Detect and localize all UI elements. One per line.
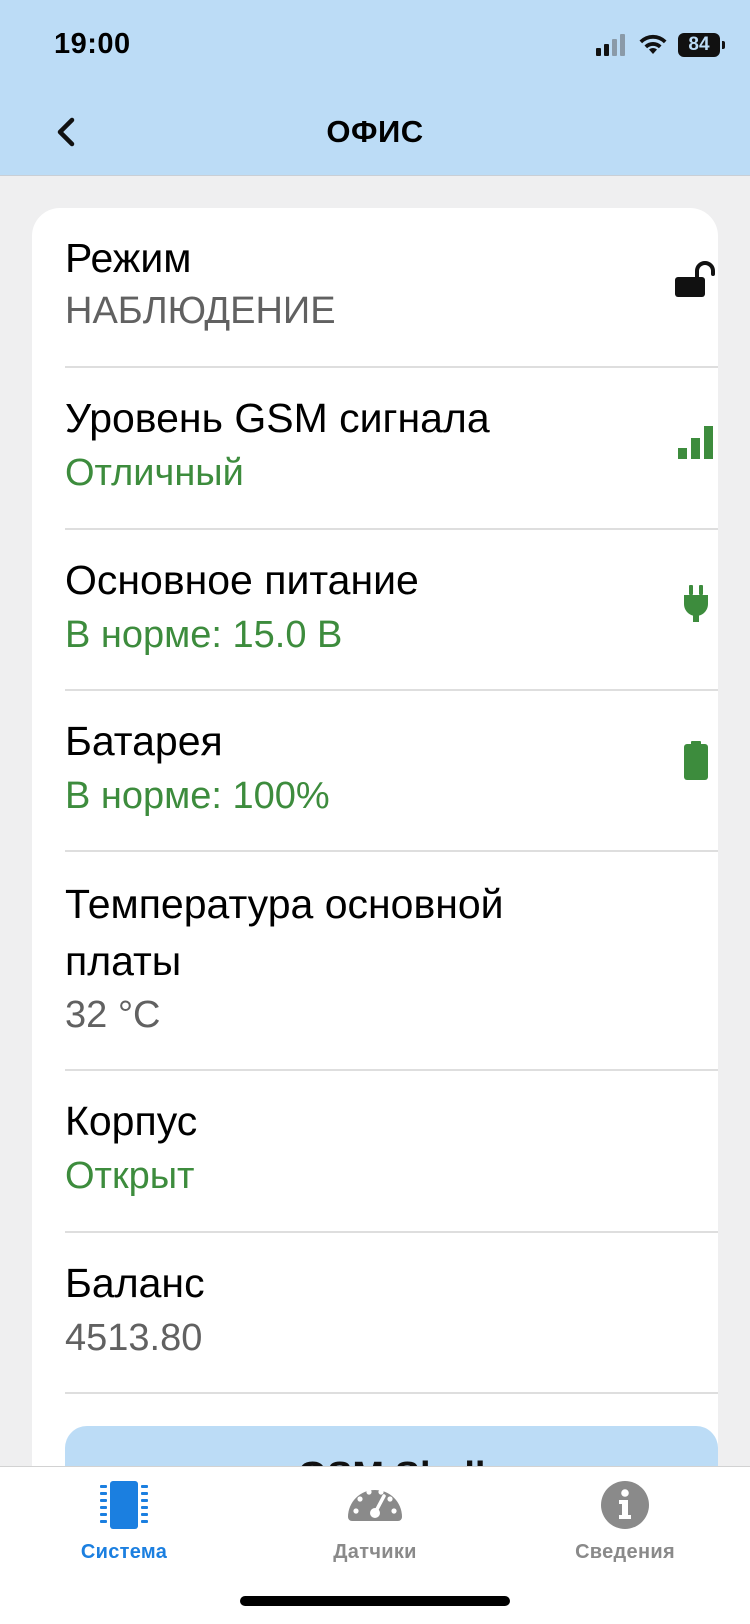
row-power-title: Основное питание <box>65 557 419 603</box>
row-balance-value: 4513.80 <box>65 1317 203 1359</box>
navigation-header: 19:00 84 ОФИС <box>0 0 750 176</box>
battery-full-icon <box>684 741 708 780</box>
row-battery-value: В норме: 100% <box>65 775 330 817</box>
row-temp-value: 32 °C <box>65 994 161 1036</box>
row-mode-title: Режим <box>65 235 192 281</box>
row-mode[interactable]: Режим НАБЛЮДЕНИЕ <box>65 208 718 368</box>
tab-info-label: Сведения <box>575 1541 675 1563</box>
tab-info[interactable]: Сведения <box>535 1477 715 1577</box>
row-battery-title: Батарея <box>65 718 223 764</box>
row-case-value: Открыт <box>65 1155 195 1197</box>
status-time: 19:00 <box>54 28 131 60</box>
tab-sensors[interactable]: Датчики <box>285 1477 465 1577</box>
row-divider <box>65 1392 718 1394</box>
row-case[interactable]: Корпус Открыт <box>65 1071 718 1233</box>
row-balance[interactable]: Баланс 4513.80 <box>65 1233 718 1394</box>
wifi-icon <box>639 34 667 54</box>
info-icon <box>601 1481 649 1529</box>
row-balance-title: Баланс <box>65 1260 205 1306</box>
row-gsm-title: Уровень GSM сигнала <box>65 395 490 441</box>
row-temp-title-line2: платы <box>65 938 182 984</box>
row-board-temperature[interactable]: Температура основной платы 32 °C <box>65 852 718 1071</box>
tab-system-label: Система <box>80 1541 168 1563</box>
cellular-signal-icon <box>596 34 625 56</box>
status-indicators: 84 <box>596 30 725 60</box>
tab-sensors-label: Датчики <box>333 1541 417 1563</box>
row-case-title: Корпус <box>65 1098 198 1144</box>
system-status-card: Режим НАБЛЮДЕНИЕ Уровень GSM сигнала Отл… <box>32 208 718 1508</box>
row-battery[interactable]: Батарея В норме: 100% <box>65 691 718 852</box>
row-main-power[interactable]: Основное питание В норме: 15.0 В <box>65 530 718 691</box>
unlocked-padlock-icon <box>675 261 715 297</box>
battery-level-indicator: 84 <box>678 33 725 57</box>
gauge-icon <box>348 1489 402 1521</box>
signal-bars-icon <box>678 426 713 459</box>
page-title: ОФИС <box>326 114 424 149</box>
row-gsm-value: Отличный <box>65 452 244 494</box>
row-mode-value: НАБЛЮДЕНИЕ <box>65 290 336 332</box>
home-indicator[interactable] <box>240 1596 510 1606</box>
row-temp-title-line1: Температура основной <box>65 881 504 927</box>
power-plug-icon <box>684 585 708 622</box>
chip-icon <box>100 1481 148 1529</box>
row-gsm-signal[interactable]: Уровень GSM сигнала Отличный <box>65 368 718 530</box>
row-power-value: В норме: 15.0 В <box>65 614 343 656</box>
tab-system[interactable]: Система <box>34 1477 214 1577</box>
